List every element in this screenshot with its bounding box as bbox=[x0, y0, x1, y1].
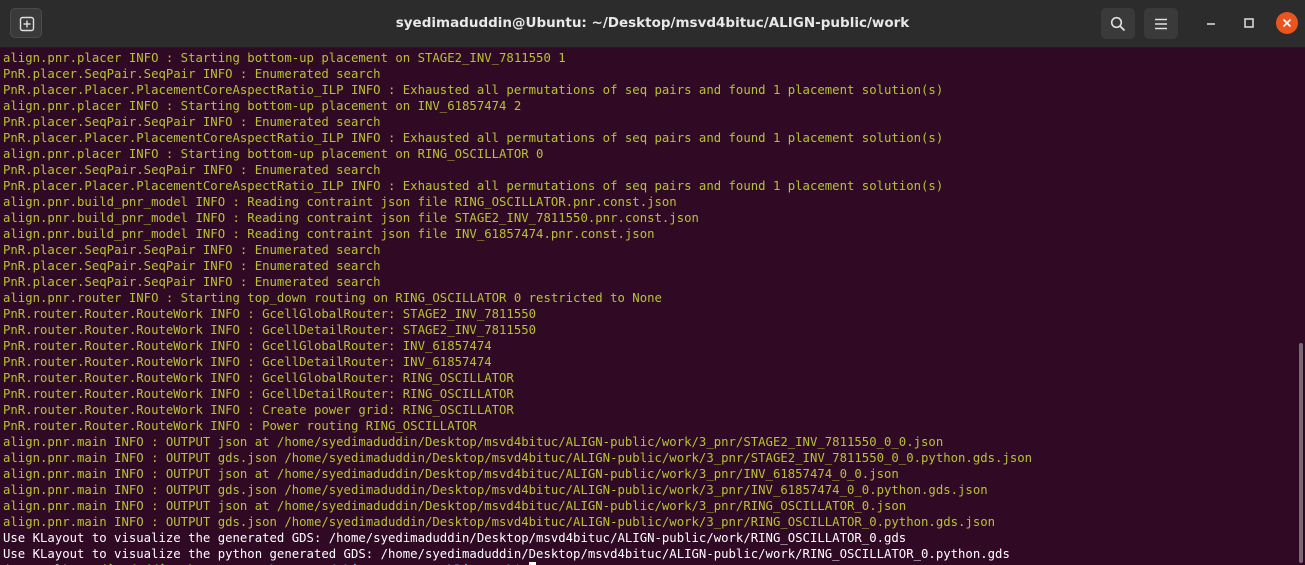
terminal-line: PnR.router.Router.RouteWork INFO : Gcell… bbox=[3, 339, 492, 353]
terminal-line: PnR.placer.Placer.PlacementCoreAspectRat… bbox=[3, 131, 944, 145]
terminal-line: PnR.placer.SeqPair.SeqPair INFO : Enumer… bbox=[3, 259, 381, 273]
minimize-icon bbox=[1207, 23, 1215, 25]
new-tab-button[interactable] bbox=[10, 8, 42, 38]
terminal-line: align.pnr.main INFO : OUTPUT json at /ho… bbox=[3, 499, 907, 513]
terminal-line: PnR.placer.SeqPair.SeqPair INFO : Enumer… bbox=[3, 275, 381, 289]
hamburger-menu-icon bbox=[1155, 18, 1167, 30]
terminal-line: PnR.placer.SeqPair.SeqPair INFO : Enumer… bbox=[3, 243, 381, 257]
scrollbar[interactable] bbox=[1297, 48, 1305, 565]
terminal-line: PnR.router.Router.RouteWork INFO : Gcell… bbox=[3, 355, 492, 369]
new-tab-icon bbox=[19, 16, 35, 32]
terminal-line: align.pnr.placer INFO : Starting bottom-… bbox=[3, 51, 566, 65]
terminal-line: align.pnr.build_pnr_model INFO : Reading… bbox=[3, 227, 655, 241]
terminal-line: align.pnr.main INFO : OUTPUT json at /ho… bbox=[3, 435, 944, 449]
terminal-line: align.pnr.router INFO : Starting top_dow… bbox=[3, 291, 662, 305]
menu-button[interactable] bbox=[1144, 8, 1178, 39]
minimize-button[interactable] bbox=[1200, 12, 1222, 34]
maximize-icon bbox=[1244, 18, 1254, 28]
terminal-line: PnR.router.Router.RouteWork INFO : Gcell… bbox=[3, 307, 537, 321]
terminal-line: align.pnr.placer INFO : Starting bottom-… bbox=[3, 99, 522, 113]
close-icon bbox=[1282, 18, 1292, 28]
terminal-line: align.pnr.placer INFO : Starting bottom-… bbox=[3, 147, 544, 161]
terminal-line: Use KLayout to visualize the python gene… bbox=[3, 547, 1010, 561]
terminal-line: align.pnr.main INFO : OUTPUT gds.json /h… bbox=[3, 451, 1033, 465]
maximize-button[interactable] bbox=[1238, 12, 1260, 34]
terminal-line: align.pnr.main INFO : OUTPUT gds.json /h… bbox=[3, 515, 996, 529]
terminal-line: align.pnr.build_pnr_model INFO : Reading… bbox=[3, 211, 699, 225]
terminal-line: PnR.placer.Placer.PlacementCoreAspectRat… bbox=[3, 179, 944, 193]
scrollbar-thumb[interactable] bbox=[1299, 343, 1303, 563]
terminal-line: PnR.router.Router.RouteWork INFO : Gcell… bbox=[3, 371, 514, 385]
terminal-line: PnR.router.Router.RouteWork INFO : Gcell… bbox=[3, 387, 514, 401]
title-bar[interactable]: syedimaduddin@Ubuntu: ~/Desktop/msvd4bit… bbox=[0, 0, 1305, 48]
terminal-line: Use KLayout to visualize the generated G… bbox=[3, 531, 907, 545]
terminal-line: PnR.placer.Placer.PlacementCoreAspectRat… bbox=[3, 83, 944, 97]
terminal-log: align.pnr.placer INFO : Starting bottom-… bbox=[3, 50, 1032, 565]
search-button[interactable] bbox=[1101, 8, 1135, 39]
close-button[interactable] bbox=[1276, 12, 1298, 34]
terminal-window: syedimaduddin@Ubuntu: ~/Desktop/msvd4bit… bbox=[0, 0, 1305, 565]
terminal-line: PnR.router.Router.RouteWork INFO : Power… bbox=[3, 419, 477, 433]
terminal-line: PnR.router.Router.RouteWork INFO : Creat… bbox=[3, 403, 514, 417]
terminal-line: PnR.placer.SeqPair.SeqPair INFO : Enumer… bbox=[3, 115, 381, 129]
terminal-line: align.pnr.main INFO : OUTPUT json at /ho… bbox=[3, 467, 899, 481]
terminal-line: align.pnr.build_pnr_model INFO : Reading… bbox=[3, 195, 677, 209]
terminal-line: PnR.placer.SeqPair.SeqPair INFO : Enumer… bbox=[3, 163, 381, 177]
terminal-line: align.pnr.main INFO : OUTPUT gds.json /h… bbox=[3, 483, 988, 497]
terminal-output[interactable]: align.pnr.placer INFO : Starting bottom-… bbox=[0, 48, 1297, 565]
terminal-line: PnR.router.Router.RouteWork INFO : Gcell… bbox=[3, 323, 537, 337]
terminal-line: PnR.placer.SeqPair.SeqPair INFO : Enumer… bbox=[3, 67, 381, 81]
search-icon bbox=[1110, 16, 1126, 32]
